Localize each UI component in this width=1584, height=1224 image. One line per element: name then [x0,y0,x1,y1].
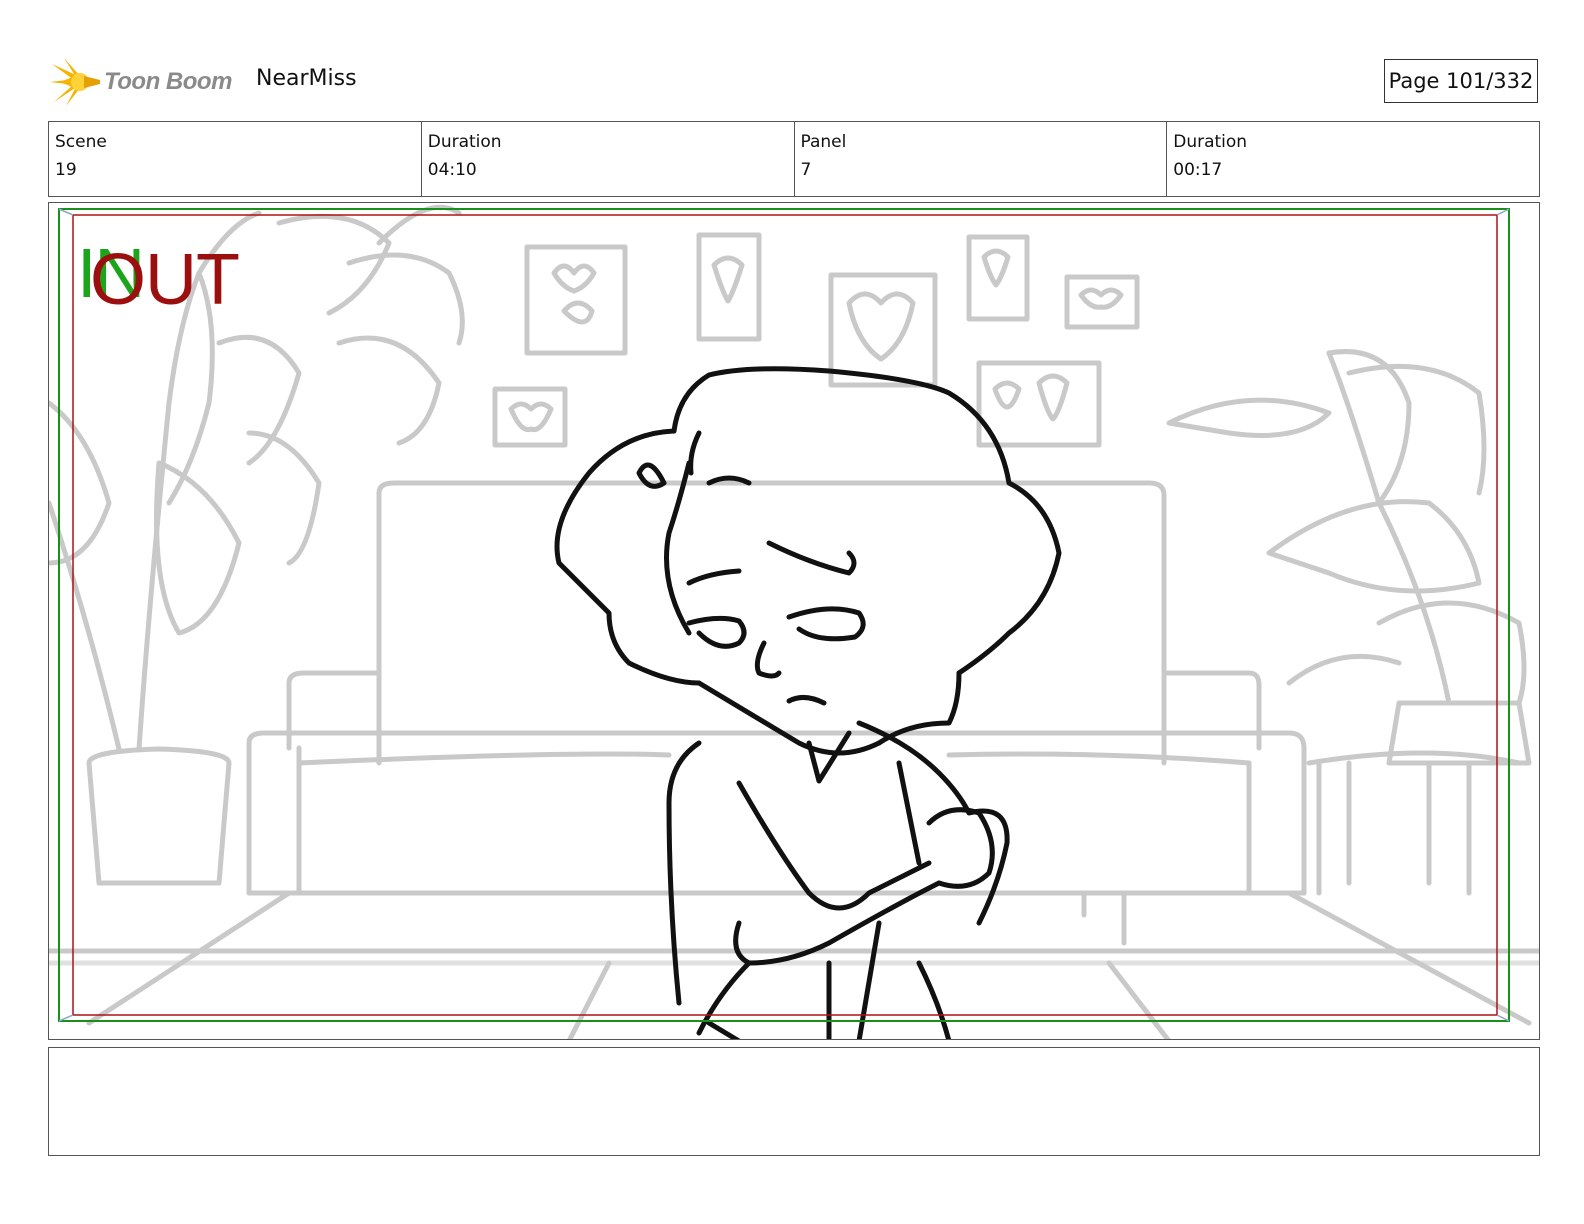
starburst-icon [50,58,100,106]
background-sketch [49,204,1539,1039]
panel-duration-cell: Duration 00:17 [1167,122,1539,196]
panel-value: 7 [800,160,812,180]
panel-cell: Panel 7 [795,122,1168,196]
page-indicator: Page 101/332 [1384,59,1538,103]
scene-duration-label: Duration [427,132,502,152]
out-marker: OUT [90,240,240,320]
scene-duration-value: 04:10 [427,160,477,180]
scene-label: Scene [55,132,107,152]
scene-value: 19 [55,160,77,180]
scene-duration-cell: Duration 04:10 [422,122,795,196]
notes-box [48,1047,1540,1156]
storyboard-panel: IN OUT [48,202,1540,1040]
panel-duration-label: Duration [1173,132,1248,152]
scene-cell: Scene 19 [49,122,422,196]
panel-label: Panel [800,132,847,152]
toon-boom-logo: Toon Boom [50,56,232,108]
panel-info-table: Scene 19 Duration 04:10 Panel 7 Duration… [48,121,1540,197]
logo-text: Toon Boom [104,68,232,95]
project-name: NearMiss [256,66,357,91]
panel-duration-value: 00:17 [1173,160,1223,180]
character-sketch [554,366,1062,1039]
panel-drawing [49,204,1539,1039]
